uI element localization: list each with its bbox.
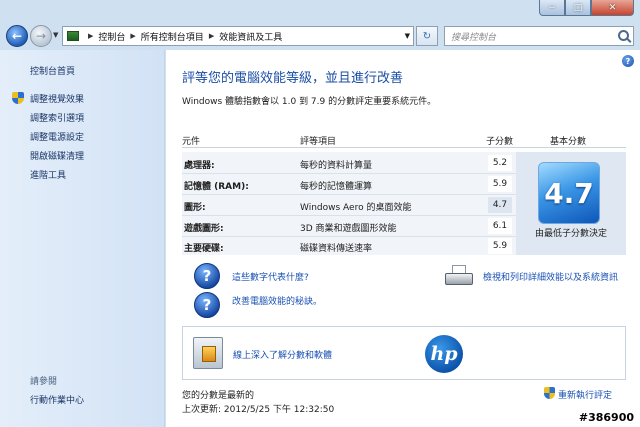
forward-arrow-icon: → bbox=[35, 29, 47, 43]
print-details-link[interactable]: 檢視和列印詳細效能以及系統資訊 bbox=[483, 270, 618, 283]
row-subscore: 5.9 bbox=[488, 176, 512, 192]
performance-tips-link[interactable]: 改善電腦效能的秘訣。 bbox=[232, 294, 322, 307]
see-also-header: 請參閱 bbox=[30, 377, 58, 387]
hp-logo-text: hp bbox=[430, 343, 458, 365]
chevron-right-icon[interactable]: ▶ bbox=[209, 32, 214, 40]
close-button[interactable]: ✕ bbox=[591, 0, 634, 16]
breadcrumb-performance[interactable]: 效能資訊及工具 bbox=[219, 30, 282, 43]
left-pane: 控制台首頁 調整視覺效果 調整索引選項 調整電源設定 開啟磁碟清理 進階工具 請… bbox=[0, 50, 165, 427]
search-icon[interactable] bbox=[618, 30, 629, 41]
back-button[interactable]: ← bbox=[6, 25, 28, 47]
table-row: 主要硬碟: 磁碟資料傳送速率 5.9 bbox=[182, 236, 516, 256]
sidebar-item-action-center[interactable]: 行動作業中心 bbox=[30, 393, 84, 406]
refresh-button[interactable]: ↻ bbox=[416, 26, 438, 46]
hp-logo[interactable]: hp bbox=[425, 335, 463, 373]
page-title: 評等您的電腦效能等級，並且進行改善 bbox=[182, 71, 404, 86]
control-panel-icon bbox=[67, 31, 79, 41]
column-header-subscore: 子分數 bbox=[486, 137, 514, 147]
promo-panel: 線上深入了解分數和軟體 hp bbox=[182, 326, 626, 380]
sidebar-item-indexing[interactable]: 調整索引選項 bbox=[30, 111, 84, 124]
header-divider bbox=[182, 147, 626, 148]
base-score-caption: 由最低子分數決定 bbox=[534, 229, 607, 239]
last-update: 上次更新: 2012/5/25 下午 12:32:50 bbox=[182, 405, 335, 415]
row-subscore: 5.9 bbox=[488, 238, 512, 254]
row-subscore: 5.2 bbox=[488, 155, 512, 171]
row-component: 處理器: bbox=[184, 161, 215, 171]
column-header-component: 元件 bbox=[182, 137, 201, 147]
question-icon: ? bbox=[194, 292, 220, 318]
row-component: 主要硬碟: bbox=[184, 244, 224, 254]
maximize-icon: □ bbox=[573, 2, 583, 13]
help-icon[interactable]: ? bbox=[622, 55, 634, 67]
sidebar-item-power[interactable]: 調整電源設定 bbox=[30, 130, 84, 143]
breadcrumb-all-items[interactable]: 所有控制台項目 bbox=[141, 30, 204, 43]
refresh-icon: ↻ bbox=[422, 30, 432, 42]
printer-icon bbox=[445, 265, 473, 287]
navigation-bar: ← → ▼ ▶ 控制台 ▶ 所有控制台項目 ▶ 效能資訊及工具 ▼ ↻ 搜尋控制… bbox=[0, 22, 640, 50]
page-subtitle: Windows 體驗指數會以 1.0 到 7.9 的分數評定重要系統元件。 bbox=[182, 97, 437, 107]
sidebar-item-disk-cleanup[interactable]: 開啟磁碟清理 bbox=[30, 149, 84, 162]
sidebar-item-advanced-tools[interactable]: 進階工具 bbox=[30, 168, 66, 181]
question-icon: ? bbox=[194, 263, 220, 289]
score-status: 您的分數是最新的 bbox=[182, 391, 255, 401]
forward-button[interactable]: → bbox=[30, 25, 52, 47]
shield-icon bbox=[12, 92, 24, 104]
watermark: #386900 bbox=[578, 411, 634, 424]
maximize-button[interactable]: □ bbox=[565, 0, 591, 16]
sidebar-home-link[interactable]: 控制台首頁 bbox=[30, 64, 75, 77]
row-component: 圖形: bbox=[184, 203, 206, 213]
back-arrow-icon: ← bbox=[11, 29, 23, 43]
table-row: 處理器: 每秒的資料計算量 5.2 bbox=[182, 153, 516, 173]
table-row: 記憶體 (RAM): 每秒的記憶體運算 5.9 bbox=[182, 174, 516, 194]
base-score-badge: 4.7 bbox=[538, 162, 600, 224]
row-subscore: 6.1 bbox=[488, 218, 512, 234]
what-numbers-mean-link[interactable]: 這些數字代表什麼? bbox=[232, 270, 309, 283]
rerun-assessment-link[interactable]: 重新執行評定 bbox=[558, 388, 612, 401]
row-description: 每秒的記憶體運算 bbox=[300, 182, 373, 192]
search-placeholder: 搜尋控制台 bbox=[451, 32, 497, 43]
row-description: 每秒的資料計算量 bbox=[300, 161, 373, 171]
minimize-button[interactable]: − bbox=[539, 0, 565, 16]
address-dropdown-icon[interactable]: ▼ bbox=[405, 32, 410, 40]
software-box-icon bbox=[193, 337, 223, 369]
chevron-right-icon[interactable]: ▶ bbox=[130, 32, 135, 40]
learn-more-link[interactable]: 線上深入了解分數和軟體 bbox=[233, 348, 332, 361]
column-header-basescore: 基本分數 bbox=[550, 137, 587, 147]
recent-pages-dropdown[interactable]: ▼ bbox=[53, 31, 58, 39]
address-bar[interactable]: ▶ 控制台 ▶ 所有控制台項目 ▶ 效能資訊及工具 ▼ bbox=[62, 26, 414, 46]
window: − □ ✕ ← → ▼ ▶ 控制台 ▶ 所有控制台項目 ▶ 效能資訊及工具 ▼ … bbox=[0, 0, 640, 427]
chevron-right-icon[interactable]: ▶ bbox=[88, 32, 93, 40]
table-row: 圖形: Windows Aero 的桌面效能 4.7 bbox=[182, 195, 516, 215]
search-input[interactable]: 搜尋控制台 bbox=[444, 26, 634, 46]
table-row: 遊戲圖形: 3D 商業和遊戲圖形效能 6.1 bbox=[182, 216, 516, 236]
row-component: 遊戲圖形: bbox=[184, 224, 224, 234]
base-score-panel: 4.7 由最低子分數決定 bbox=[516, 152, 626, 255]
caption-buttons: − □ ✕ bbox=[539, 0, 634, 17]
sidebar-item-visual-effects[interactable]: 調整視覺效果 bbox=[30, 92, 84, 105]
row-description: Windows Aero 的桌面效能 bbox=[300, 203, 412, 213]
close-icon: ✕ bbox=[608, 2, 617, 13]
column-header-rated: 評等項目 bbox=[300, 137, 337, 147]
main-content: ? 評等您的電腦效能等級，並且進行改善 Windows 體驗指數會以 1.0 到… bbox=[166, 50, 640, 427]
row-description: 3D 商業和遊戲圖形效能 bbox=[300, 224, 397, 234]
breadcrumb-control-panel[interactable]: 控制台 bbox=[98, 30, 125, 43]
minimize-icon: − bbox=[548, 2, 556, 13]
shield-icon bbox=[544, 387, 555, 399]
row-component: 記憶體 (RAM): bbox=[184, 182, 249, 192]
row-description: 磁碟資料傳送速率 bbox=[300, 244, 373, 254]
row-subscore: 4.7 bbox=[488, 197, 512, 213]
